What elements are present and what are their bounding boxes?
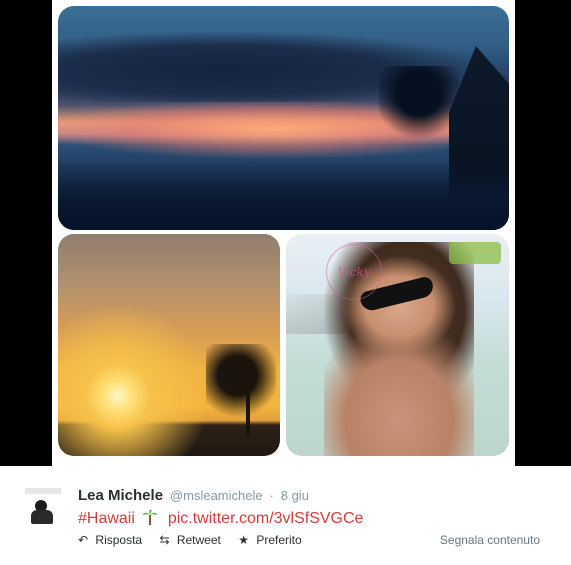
watermark-logo: Vicky [326,244,382,300]
reply-icon: ↶ [78,533,89,547]
avatar-body [31,510,53,524]
palm-tree-icon [143,509,158,525]
pic-link[interactable]: pic.twitter.com/3vlSfSVGCe [168,510,364,527]
avatar-banner [25,488,61,494]
palm-silhouette [206,344,276,434]
palm-silhouette [379,66,459,156]
favorite-button[interactable]: ★ Preferito [238,533,301,547]
separator-dot: · [269,488,274,503]
user-handle[interactable]: @msleamichele [170,488,263,503]
tweet-actions: ↶ Risposta ⇆ Retweet ★ Preferito [78,533,316,547]
retweet-icon: ⇆ [159,533,170,547]
hashtag-link[interactable]: #Hawaii [78,510,135,527]
photo-collage[interactable]: Vicky [52,0,515,466]
shoreline [58,160,509,230]
selfie-photo: Vicky [286,234,509,456]
tweet-timestamp[interactable]: 8 giu [281,488,309,503]
avatar[interactable] [23,486,63,526]
tweet-media[interactable]: Vicky [0,0,571,466]
retweet-label: Retweet [176,533,221,547]
favorite-label: Preferito [256,533,302,547]
tweet-text: #Hawaii pic.twitter.com/3vlSfSVGCe [78,509,363,528]
reply-label: Risposta [95,533,143,547]
sunset-sea-photo [58,6,509,230]
watermark-badge [449,242,501,264]
retweet-button[interactable]: ⇆ Retweet [159,533,220,547]
user-name[interactable]: Lea Michele [78,487,163,504]
sunset-sun-photo [58,234,280,456]
tweet-header: Lea Michele @msleamichele · 8 giu [78,487,309,504]
tweet-footer: Lea Michele @msleamichele · 8 giu #Hawai… [0,466,571,565]
reply-button[interactable]: ↶ Risposta [78,533,142,547]
star-icon: ★ [238,533,249,547]
report-content-link[interactable]: Segnala contenuto [440,533,540,547]
